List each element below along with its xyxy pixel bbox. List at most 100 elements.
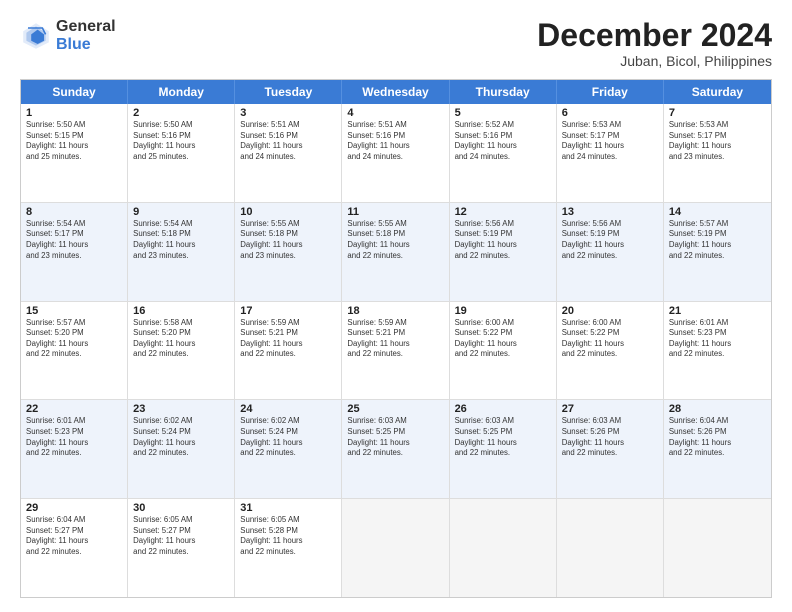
day-number: 26 xyxy=(455,403,551,415)
day-cell-12: 12Sunrise: 5:56 AM Sunset: 5:19 PM Dayli… xyxy=(450,203,557,301)
day-number: 6 xyxy=(562,107,658,119)
header: General Blue December 2024 Juban, Bicol,… xyxy=(20,18,772,69)
header-day-friday: Friday xyxy=(557,80,664,104)
logo-general-text: General xyxy=(56,18,116,36)
day-info: Sunrise: 5:58 AM Sunset: 5:20 PM Dayligh… xyxy=(133,318,229,360)
day-info: Sunrise: 6:00 AM Sunset: 5:22 PM Dayligh… xyxy=(455,318,551,360)
day-number: 17 xyxy=(240,305,336,317)
day-cell-2: 2Sunrise: 5:50 AM Sunset: 5:16 PM Daylig… xyxy=(128,104,235,202)
day-number: 23 xyxy=(133,403,229,415)
day-info: Sunrise: 5:51 AM Sunset: 5:16 PM Dayligh… xyxy=(240,120,336,162)
day-info: Sunrise: 5:56 AM Sunset: 5:19 PM Dayligh… xyxy=(455,219,551,261)
calendar-row-3: 15Sunrise: 5:57 AM Sunset: 5:20 PM Dayli… xyxy=(21,301,771,400)
day-number: 18 xyxy=(347,305,443,317)
day-info: Sunrise: 5:50 AM Sunset: 5:16 PM Dayligh… xyxy=(133,120,229,162)
day-number: 11 xyxy=(347,206,443,218)
day-info: Sunrise: 5:53 AM Sunset: 5:17 PM Dayligh… xyxy=(669,120,766,162)
day-info: Sunrise: 5:59 AM Sunset: 5:21 PM Dayligh… xyxy=(240,318,336,360)
day-cell-21: 21Sunrise: 6:01 AM Sunset: 5:23 PM Dayli… xyxy=(664,302,771,400)
empty-cell-4-5 xyxy=(557,499,664,597)
day-number: 22 xyxy=(26,403,122,415)
day-cell-1: 1Sunrise: 5:50 AM Sunset: 5:15 PM Daylig… xyxy=(21,104,128,202)
day-number: 31 xyxy=(240,502,336,514)
day-cell-31: 31Sunrise: 6:05 AM Sunset: 5:28 PM Dayli… xyxy=(235,499,342,597)
day-number: 24 xyxy=(240,403,336,415)
header-day-wednesday: Wednesday xyxy=(342,80,449,104)
day-info: Sunrise: 6:04 AM Sunset: 5:26 PM Dayligh… xyxy=(669,416,766,458)
day-info: Sunrise: 5:52 AM Sunset: 5:16 PM Dayligh… xyxy=(455,120,551,162)
day-number: 5 xyxy=(455,107,551,119)
empty-cell-4-3 xyxy=(342,499,449,597)
logo-text: General Blue xyxy=(56,18,116,53)
day-cell-3: 3Sunrise: 5:51 AM Sunset: 5:16 PM Daylig… xyxy=(235,104,342,202)
day-info: Sunrise: 5:54 AM Sunset: 5:18 PM Dayligh… xyxy=(133,219,229,261)
day-info: Sunrise: 5:55 AM Sunset: 5:18 PM Dayligh… xyxy=(347,219,443,261)
calendar-header: SundayMondayTuesdayWednesdayThursdayFrid… xyxy=(21,80,771,104)
day-info: Sunrise: 6:02 AM Sunset: 5:24 PM Dayligh… xyxy=(133,416,229,458)
header-day-monday: Monday xyxy=(128,80,235,104)
day-cell-24: 24Sunrise: 6:02 AM Sunset: 5:24 PM Dayli… xyxy=(235,400,342,498)
day-info: Sunrise: 6:00 AM Sunset: 5:22 PM Dayligh… xyxy=(562,318,658,360)
header-day-sunday: Sunday xyxy=(21,80,128,104)
day-cell-25: 25Sunrise: 6:03 AM Sunset: 5:25 PM Dayli… xyxy=(342,400,449,498)
day-cell-15: 15Sunrise: 5:57 AM Sunset: 5:20 PM Dayli… xyxy=(21,302,128,400)
calendar: SundayMondayTuesdayWednesdayThursdayFrid… xyxy=(20,79,772,598)
empty-cell-4-4 xyxy=(450,499,557,597)
day-info: Sunrise: 5:55 AM Sunset: 5:18 PM Dayligh… xyxy=(240,219,336,261)
day-number: 28 xyxy=(669,403,766,415)
day-cell-6: 6Sunrise: 5:53 AM Sunset: 5:17 PM Daylig… xyxy=(557,104,664,202)
day-cell-9: 9Sunrise: 5:54 AM Sunset: 5:18 PM Daylig… xyxy=(128,203,235,301)
day-info: Sunrise: 5:53 AM Sunset: 5:17 PM Dayligh… xyxy=(562,120,658,162)
day-cell-18: 18Sunrise: 5:59 AM Sunset: 5:21 PM Dayli… xyxy=(342,302,449,400)
day-cell-29: 29Sunrise: 6:04 AM Sunset: 5:27 PM Dayli… xyxy=(21,499,128,597)
day-info: Sunrise: 5:50 AM Sunset: 5:15 PM Dayligh… xyxy=(26,120,122,162)
day-number: 10 xyxy=(240,206,336,218)
day-info: Sunrise: 6:02 AM Sunset: 5:24 PM Dayligh… xyxy=(240,416,336,458)
day-cell-23: 23Sunrise: 6:02 AM Sunset: 5:24 PM Dayli… xyxy=(128,400,235,498)
empty-cell-4-6 xyxy=(664,499,771,597)
day-cell-27: 27Sunrise: 6:03 AM Sunset: 5:26 PM Dayli… xyxy=(557,400,664,498)
header-day-tuesday: Tuesday xyxy=(235,80,342,104)
location-subtitle: Juban, Bicol, Philippines xyxy=(537,53,772,69)
day-info: Sunrise: 6:04 AM Sunset: 5:27 PM Dayligh… xyxy=(26,515,122,557)
day-cell-22: 22Sunrise: 6:01 AM Sunset: 5:23 PM Dayli… xyxy=(21,400,128,498)
page: General Blue December 2024 Juban, Bicol,… xyxy=(0,0,792,612)
day-cell-16: 16Sunrise: 5:58 AM Sunset: 5:20 PM Dayli… xyxy=(128,302,235,400)
day-info: Sunrise: 5:59 AM Sunset: 5:21 PM Dayligh… xyxy=(347,318,443,360)
day-number: 21 xyxy=(669,305,766,317)
day-cell-14: 14Sunrise: 5:57 AM Sunset: 5:19 PM Dayli… xyxy=(664,203,771,301)
day-info: Sunrise: 5:54 AM Sunset: 5:17 PM Dayligh… xyxy=(26,219,122,261)
day-info: Sunrise: 5:51 AM Sunset: 5:16 PM Dayligh… xyxy=(347,120,443,162)
day-info: Sunrise: 6:05 AM Sunset: 5:27 PM Dayligh… xyxy=(133,515,229,557)
day-number: 14 xyxy=(669,206,766,218)
logo-blue-text: Blue xyxy=(56,36,116,54)
day-info: Sunrise: 5:57 AM Sunset: 5:20 PM Dayligh… xyxy=(26,318,122,360)
day-number: 20 xyxy=(562,305,658,317)
header-day-saturday: Saturday xyxy=(664,80,771,104)
header-day-thursday: Thursday xyxy=(450,80,557,104)
calendar-row-5: 29Sunrise: 6:04 AM Sunset: 5:27 PM Dayli… xyxy=(21,498,771,597)
calendar-body: 1Sunrise: 5:50 AM Sunset: 5:15 PM Daylig… xyxy=(21,104,771,597)
day-info: Sunrise: 6:01 AM Sunset: 5:23 PM Dayligh… xyxy=(669,318,766,360)
day-number: 16 xyxy=(133,305,229,317)
day-cell-11: 11Sunrise: 5:55 AM Sunset: 5:18 PM Dayli… xyxy=(342,203,449,301)
day-number: 25 xyxy=(347,403,443,415)
calendar-row-1: 1Sunrise: 5:50 AM Sunset: 5:15 PM Daylig… xyxy=(21,104,771,202)
day-number: 4 xyxy=(347,107,443,119)
day-number: 27 xyxy=(562,403,658,415)
day-info: Sunrise: 6:03 AM Sunset: 5:25 PM Dayligh… xyxy=(455,416,551,458)
day-info: Sunrise: 5:57 AM Sunset: 5:19 PM Dayligh… xyxy=(669,219,766,261)
day-info: Sunrise: 5:56 AM Sunset: 5:19 PM Dayligh… xyxy=(562,219,658,261)
day-cell-4: 4Sunrise: 5:51 AM Sunset: 5:16 PM Daylig… xyxy=(342,104,449,202)
day-number: 13 xyxy=(562,206,658,218)
day-number: 1 xyxy=(26,107,122,119)
day-info: Sunrise: 6:05 AM Sunset: 5:28 PM Dayligh… xyxy=(240,515,336,557)
logo-icon xyxy=(20,20,52,52)
day-info: Sunrise: 6:01 AM Sunset: 5:23 PM Dayligh… xyxy=(26,416,122,458)
day-cell-19: 19Sunrise: 6:00 AM Sunset: 5:22 PM Dayli… xyxy=(450,302,557,400)
day-info: Sunrise: 6:03 AM Sunset: 5:25 PM Dayligh… xyxy=(347,416,443,458)
day-number: 29 xyxy=(26,502,122,514)
day-cell-20: 20Sunrise: 6:00 AM Sunset: 5:22 PM Dayli… xyxy=(557,302,664,400)
day-cell-26: 26Sunrise: 6:03 AM Sunset: 5:25 PM Dayli… xyxy=(450,400,557,498)
day-cell-17: 17Sunrise: 5:59 AM Sunset: 5:21 PM Dayli… xyxy=(235,302,342,400)
